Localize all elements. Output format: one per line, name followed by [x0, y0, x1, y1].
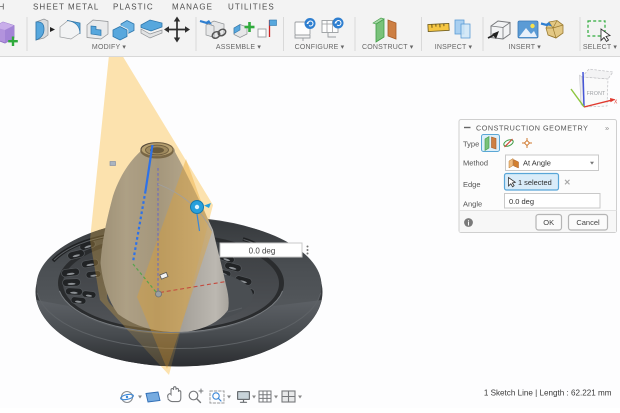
svg-text:FRONT: FRONT [587, 91, 606, 97]
svg-text:1 Sketch Line | Length : 62.22: 1 Sketch Line | Length : 62.221 mm [484, 389, 612, 398]
svg-text:Method: Method [463, 159, 488, 168]
svg-text:SELECT ▾: SELECT ▾ [583, 44, 617, 51]
svg-text:Cancel: Cancel [576, 218, 600, 227]
svg-text:UTILITIES: UTILITIES [228, 3, 275, 12]
svg-text:OK: OK [543, 218, 554, 227]
svg-text:0.0 deg: 0.0 deg [509, 197, 534, 206]
svg-text:CONFIGURE ▾: CONFIGURE ▾ [295, 44, 345, 51]
svg-text:CONSTRUCT ▾: CONSTRUCT ▾ [362, 44, 414, 51]
svg-text:Angle: Angle [463, 200, 482, 209]
svg-text:INSPECT ▾: INSPECT ▾ [435, 44, 473, 51]
svg-text:H: H [0, 3, 5, 12]
svg-text:ASSEMBLE ▾: ASSEMBLE ▾ [216, 44, 261, 51]
svg-text:MODIFY ▾: MODIFY ▾ [92, 44, 126, 51]
svg-text:Type: Type [463, 140, 479, 149]
svg-text:At Angle: At Angle [523, 159, 551, 168]
svg-text:INSERT ▾: INSERT ▾ [508, 44, 541, 51]
svg-text:Edge: Edge [463, 180, 481, 189]
svg-text:1 selected: 1 selected [518, 178, 552, 187]
svg-text:i: i [468, 221, 470, 228]
svg-text:0.0 deg: 0.0 deg [249, 246, 276, 255]
svg-text:CONSTRUCTION GEOMETRY: CONSTRUCTION GEOMETRY [476, 124, 588, 133]
svg-text:SHEET METAL: SHEET METAL [33, 3, 99, 12]
svg-text:MANAGE: MANAGE [172, 3, 213, 12]
svg-text:»: » [605, 124, 609, 133]
svg-text:PLASTIC: PLASTIC [113, 3, 154, 12]
